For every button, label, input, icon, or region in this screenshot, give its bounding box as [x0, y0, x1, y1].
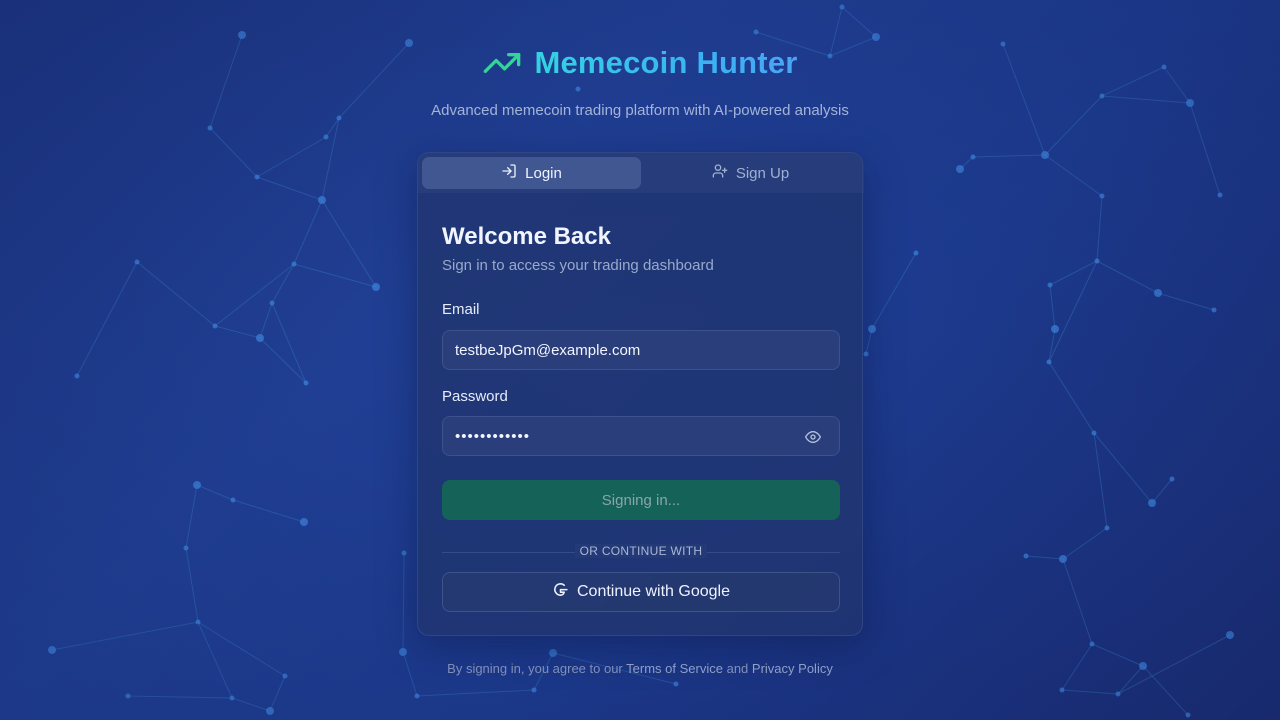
- google-signin-button[interactable]: Continue with Google: [442, 572, 840, 612]
- sign-in-button[interactable]: Signing in...: [442, 480, 840, 520]
- form-title: Welcome Back: [442, 223, 611, 250]
- password-field[interactable]: ••••••••••••: [442, 416, 840, 456]
- terms-link[interactable]: Terms of Service: [626, 661, 723, 676]
- footer-and: and: [726, 661, 749, 676]
- email-value: testbeJpGm@example.com: [455, 341, 641, 359]
- divider-text: OR CONTINUE WITH: [575, 544, 707, 558]
- form-subtitle: Sign in to access your trading dashboard: [442, 257, 714, 274]
- brand: Memecoin Hunter: [482, 40, 797, 86]
- tab-signup-label: Sign Up: [735, 164, 790, 182]
- email-label: Email: [442, 301, 480, 318]
- tab-login-label: Login: [525, 164, 562, 182]
- email-field[interactable]: testbeJpGm@example.com: [442, 330, 840, 370]
- log-in-icon: [501, 163, 517, 183]
- login-form: Welcome Back Sign in to access your trad…: [442, 223, 840, 612]
- password-label: Password: [442, 388, 508, 405]
- tab-login[interactable]: Login: [422, 157, 641, 189]
- privacy-link[interactable]: Privacy Policy: [752, 661, 833, 676]
- footer-prefix: By signing in, you agree to our: [447, 661, 623, 676]
- trending-up-icon: [482, 43, 522, 83]
- app-title: Memecoin Hunter: [534, 45, 798, 80]
- tagline: Advanced memecoin trading platform with …: [431, 102, 849, 119]
- eye-icon[interactable]: [805, 429, 821, 445]
- auth-card: Login Sign Up Welcome Back Sign in to ac…: [417, 152, 864, 636]
- user-plus-icon: [712, 163, 728, 183]
- legal-footer: By signing in, you agree to our Terms of…: [0, 661, 1280, 676]
- google-icon: [552, 581, 569, 603]
- google-button-label: Continue with Google: [577, 583, 730, 600]
- password-value: ••••••••••••: [455, 427, 531, 445]
- header: Memecoin Hunter Advanced memecoin tradin…: [0, 40, 1280, 119]
- auth-tabs: Login Sign Up: [418, 153, 864, 193]
- tab-signup[interactable]: Sign Up: [641, 157, 860, 189]
